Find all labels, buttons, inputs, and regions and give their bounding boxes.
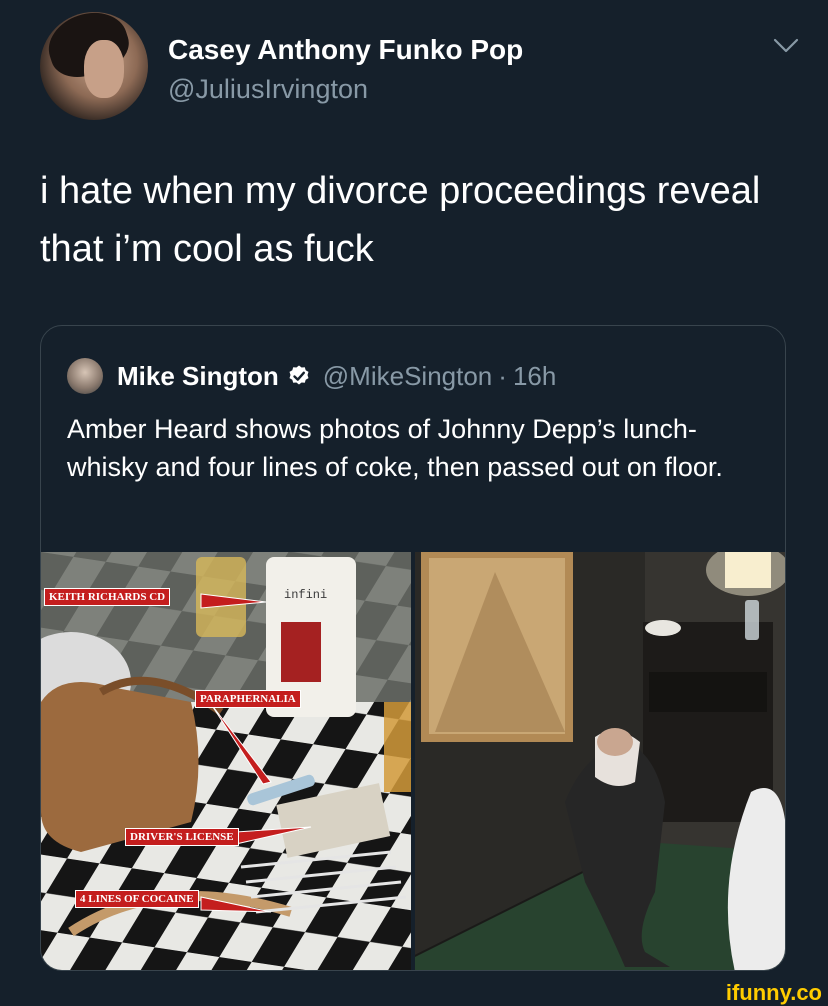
label-four-lines-cocaine: 4 LINES OF COCAINE xyxy=(75,890,199,908)
quoted-user-avatar[interactable] xyxy=(67,358,103,394)
tweet-text: i hate when my divorce proceedings revea… xyxy=(40,170,761,270)
quoted-tweet-header: Mike Sington @MikeSington · 16h xyxy=(67,356,556,396)
label-keith-richards-cd: KEITH RICHARDS CD xyxy=(44,588,171,606)
photo-room-scene xyxy=(415,552,785,970)
label-paraphernalia: PARAPHERNALIA xyxy=(195,690,301,708)
watermark-bar xyxy=(0,974,828,1002)
ifunny-watermark: ifunny.co xyxy=(725,980,822,1005)
chevron-down-icon[interactable] xyxy=(772,36,800,56)
display-name[interactable]: Casey Anthony Funko Pop xyxy=(168,34,523,66)
label-drivers-license: DRIVER'S LICENSE xyxy=(125,828,239,846)
verified-badge-icon xyxy=(289,365,309,385)
quoted-tweet-card[interactable]: Mike Sington @MikeSington · 16h Amber He… xyxy=(40,325,786,971)
tweet-header: Casey Anthony Funko Pop @JuliusIrvington xyxy=(40,12,800,122)
photo-passed-out[interactable] xyxy=(415,552,785,970)
quoted-handle[interactable]: @MikeSington xyxy=(323,361,492,392)
photo-table-scene xyxy=(41,552,411,970)
quoted-tweet-text: Amber Heard shows photos of Johnny Depp’… xyxy=(67,414,723,482)
user-handle[interactable]: @JuliusIrvington xyxy=(168,74,368,105)
quoted-timestamp[interactable]: 16h xyxy=(513,361,556,392)
cup-print-text: infini xyxy=(284,588,328,602)
user-avatar[interactable] xyxy=(40,12,148,120)
quoted-display-name[interactable]: Mike Sington xyxy=(117,361,279,392)
meta-separator: · xyxy=(498,360,507,391)
avatar-face xyxy=(84,40,124,98)
photo-table-evidence[interactable]: KEITH RICHARDS CD PARAPHERNALIA DRIVER'S… xyxy=(41,552,411,970)
